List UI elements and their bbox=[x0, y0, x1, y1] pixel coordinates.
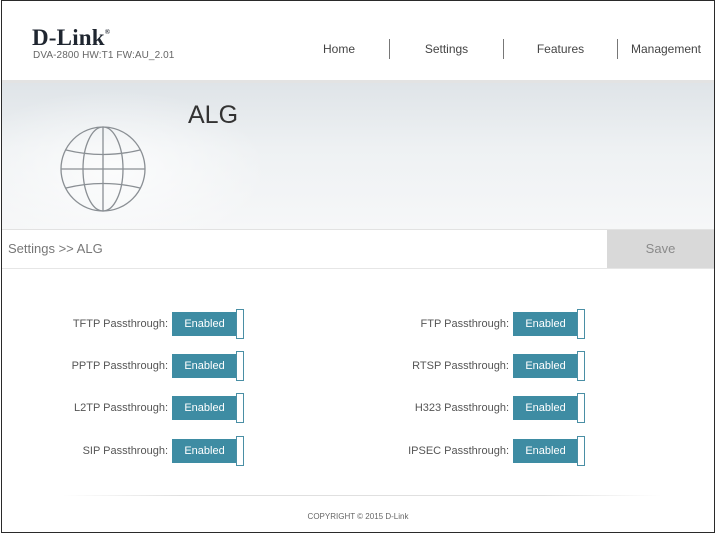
h323-toggle[interactable]: Enabled bbox=[513, 393, 585, 423]
copyright-text: COPYRIGHT © 2015 D-Link bbox=[307, 512, 409, 521]
nav-home[interactable]: Home bbox=[289, 39, 389, 59]
page-banner: ALG bbox=[2, 83, 714, 230]
toggle-state: Enabled bbox=[513, 312, 578, 336]
alg-settings: TFTP Passthrough: Enabled PPTP Passthrou… bbox=[2, 269, 714, 489]
save-button[interactable]: Save bbox=[607, 230, 714, 268]
router-admin-page: D-Link® DVA-2800 HW:T1 FW:AU_2.01 Home S… bbox=[1, 0, 715, 533]
globe-icon bbox=[60, 126, 146, 212]
nav-features[interactable]: Features bbox=[504, 39, 617, 59]
breadcrumb-bar: Settings >> ALG Save bbox=[2, 230, 714, 269]
model-info: DVA-2800 HW:T1 FW:AU_2.01 bbox=[33, 50, 175, 61]
toggle-knob[interactable] bbox=[577, 436, 585, 466]
toggle-state: Enabled bbox=[513, 396, 578, 420]
nav-settings[interactable]: Settings bbox=[390, 39, 503, 59]
dlink-logo: D-Link® bbox=[32, 25, 111, 50]
nav-management[interactable]: Management bbox=[618, 39, 714, 59]
setting-label: FTP Passthrough: bbox=[420, 318, 509, 330]
breadcrumb: Settings >> ALG bbox=[8, 241, 103, 256]
top-header: D-Link® DVA-2800 HW:T1 FW:AU_2.01 Home S… bbox=[2, 1, 714, 83]
setting-rtsp: RTSP Passthrough: Enabled bbox=[2, 351, 585, 381]
setting-ftp: FTP Passthrough: Enabled bbox=[2, 309, 585, 339]
main-nav: Home Settings Features Management bbox=[289, 39, 714, 59]
ipsec-toggle[interactable]: Enabled bbox=[513, 436, 585, 466]
toggle-knob[interactable] bbox=[577, 351, 585, 381]
page-title: ALG bbox=[188, 101, 239, 129]
rtsp-toggle[interactable]: Enabled bbox=[513, 351, 585, 381]
toggle-state: Enabled bbox=[513, 354, 578, 378]
toggle-knob[interactable] bbox=[577, 393, 585, 423]
setting-label: IPSEC Passthrough: bbox=[408, 445, 509, 457]
ftp-toggle[interactable]: Enabled bbox=[513, 309, 585, 339]
toggle-state: Enabled bbox=[513, 439, 578, 463]
setting-h323: H323 Passthrough: Enabled bbox=[2, 393, 585, 423]
toggle-knob[interactable] bbox=[577, 309, 585, 339]
footer-divider bbox=[62, 495, 662, 496]
setting-label: RTSP Passthrough: bbox=[412, 360, 509, 372]
setting-ipsec: IPSEC Passthrough: Enabled bbox=[2, 436, 585, 466]
setting-label: H323 Passthrough: bbox=[414, 402, 509, 414]
